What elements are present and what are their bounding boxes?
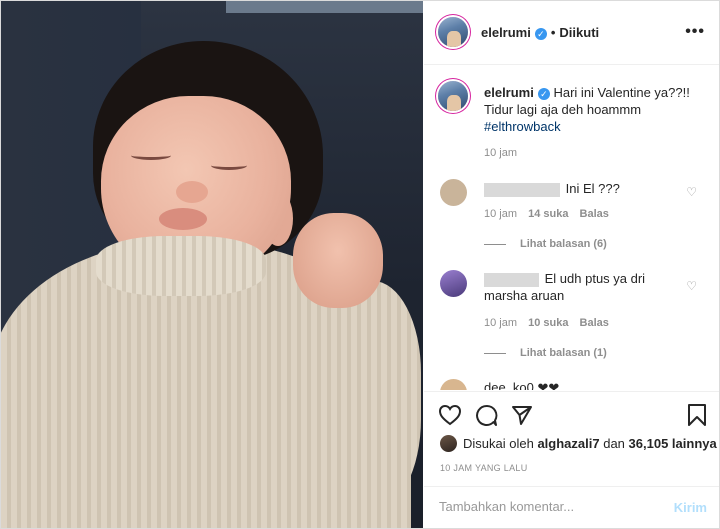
avatar-figure (447, 30, 461, 47)
add-comment-bar: Kirim (424, 486, 719, 528)
author-avatar[interactable] (438, 17, 468, 47)
post-side-panel: elelrumi ✓ • Diikuti ••• elelrumi ✓ Hari ini… (424, 1, 719, 528)
comment-text: Ini El ??? (565, 181, 620, 196)
photo-lips (159, 208, 207, 230)
author-username[interactable]: elelrumi (481, 25, 531, 40)
replies-line (484, 243, 506, 245)
comment-meta: 10 jam 14 suka Balas (484, 208, 609, 220)
comment-likes[interactable]: 14 suka (528, 208, 568, 220)
header-user-row: elelrumi ✓ • Diikuti (481, 25, 599, 40)
instagram-post: elelrumi ✓ • Diikuti ••• elelrumi ✓ Hari ini… (0, 0, 720, 529)
comment-meta: 10 jam 10 suka Balas (484, 317, 609, 329)
comment-likes[interactable]: 10 suka (528, 317, 568, 329)
post-header: elelrumi ✓ • Diikuti ••• (424, 1, 719, 65)
hidden-username[interactable] (484, 182, 560, 197)
caption-username[interactable]: elelrumi (484, 85, 534, 100)
likes-connector: dan (603, 436, 625, 451)
likes-others-count[interactable]: 36,105 lainnya (629, 436, 717, 451)
photo-window (226, 1, 423, 13)
view-replies-label: Lihat balasan (6) (520, 238, 607, 250)
add-comment-input[interactable] (439, 499, 659, 514)
comment-item: El udh ptus ya dri marsha aruan (484, 270, 664, 304)
comment-bubble-icon[interactable] (475, 404, 498, 427)
comment-text: dee_ko0 ❤❤ (484, 380, 560, 390)
liker-avatar[interactable] (440, 435, 457, 452)
likes-summary: Disukai oleh alghazali7 dan 36,105 lainn… (463, 436, 717, 451)
avatar-figure (447, 94, 461, 111)
post-actions: Disukai oleh alghazali7 dan 36,105 lainn… (424, 391, 719, 492)
comment-avatar[interactable] (440, 270, 467, 297)
liker-username[interactable]: alghazali7 (537, 436, 599, 451)
comment-time: 10 jam (484, 317, 518, 329)
like-comment-icon[interactable]: ♡ (686, 279, 697, 293)
like-comment-icon[interactable]: ♡ (686, 185, 697, 199)
photo-arm (301, 281, 421, 511)
caption-time: 10 jam (484, 147, 518, 159)
save-bookmark-icon[interactable] (687, 403, 707, 427)
photo-hand (293, 213, 383, 308)
view-replies-label: Lihat balasan (1) (520, 347, 607, 359)
photo-collar (96, 236, 266, 296)
comment-avatar[interactable] (440, 179, 467, 206)
comments-list[interactable]: elelrumi ✓ Hari ini Valentine ya??!! Tidu… (424, 65, 719, 390)
photo-eye-left (131, 151, 171, 160)
like-heart-icon[interactable] (438, 404, 462, 426)
more-options-icon[interactable]: ••• (685, 23, 705, 41)
post-photo[interactable] (1, 1, 423, 528)
post-comment-button[interactable]: Kirim (674, 500, 707, 515)
caption: elelrumi ✓ Hari ini Valentine ya??!! Tidu… (484, 84, 699, 135)
reply-button[interactable]: Balas (580, 317, 609, 329)
caption-avatar[interactable] (438, 81, 468, 111)
verified-badge-icon: ✓ (534, 27, 547, 40)
photo-eye-right (211, 161, 247, 170)
comment-item: Ini El ??? (484, 180, 684, 197)
verified-badge-icon: ✓ (537, 87, 550, 100)
header-separator: • (550, 25, 556, 40)
caption-hashtag[interactable]: #elthrowback (484, 119, 561, 134)
photo-nose (176, 181, 208, 203)
comment-avatar[interactable] (440, 379, 467, 390)
view-replies-button[interactable]: Lihat balasan (6) (484, 238, 607, 250)
share-send-icon[interactable] (511, 404, 533, 426)
hidden-username[interactable] (484, 272, 539, 287)
replies-line (484, 352, 506, 354)
reply-button[interactable]: Balas (580, 208, 609, 220)
post-time-ago[interactable]: 10 JAM YANG LALU (440, 463, 528, 473)
follow-status-button[interactable]: Diikuti (559, 25, 599, 40)
comment-time: 10 jam (484, 208, 518, 220)
view-replies-button[interactable]: Lihat balasan (1) (484, 347, 607, 359)
likes-prefix: Disukai oleh (463, 436, 534, 451)
